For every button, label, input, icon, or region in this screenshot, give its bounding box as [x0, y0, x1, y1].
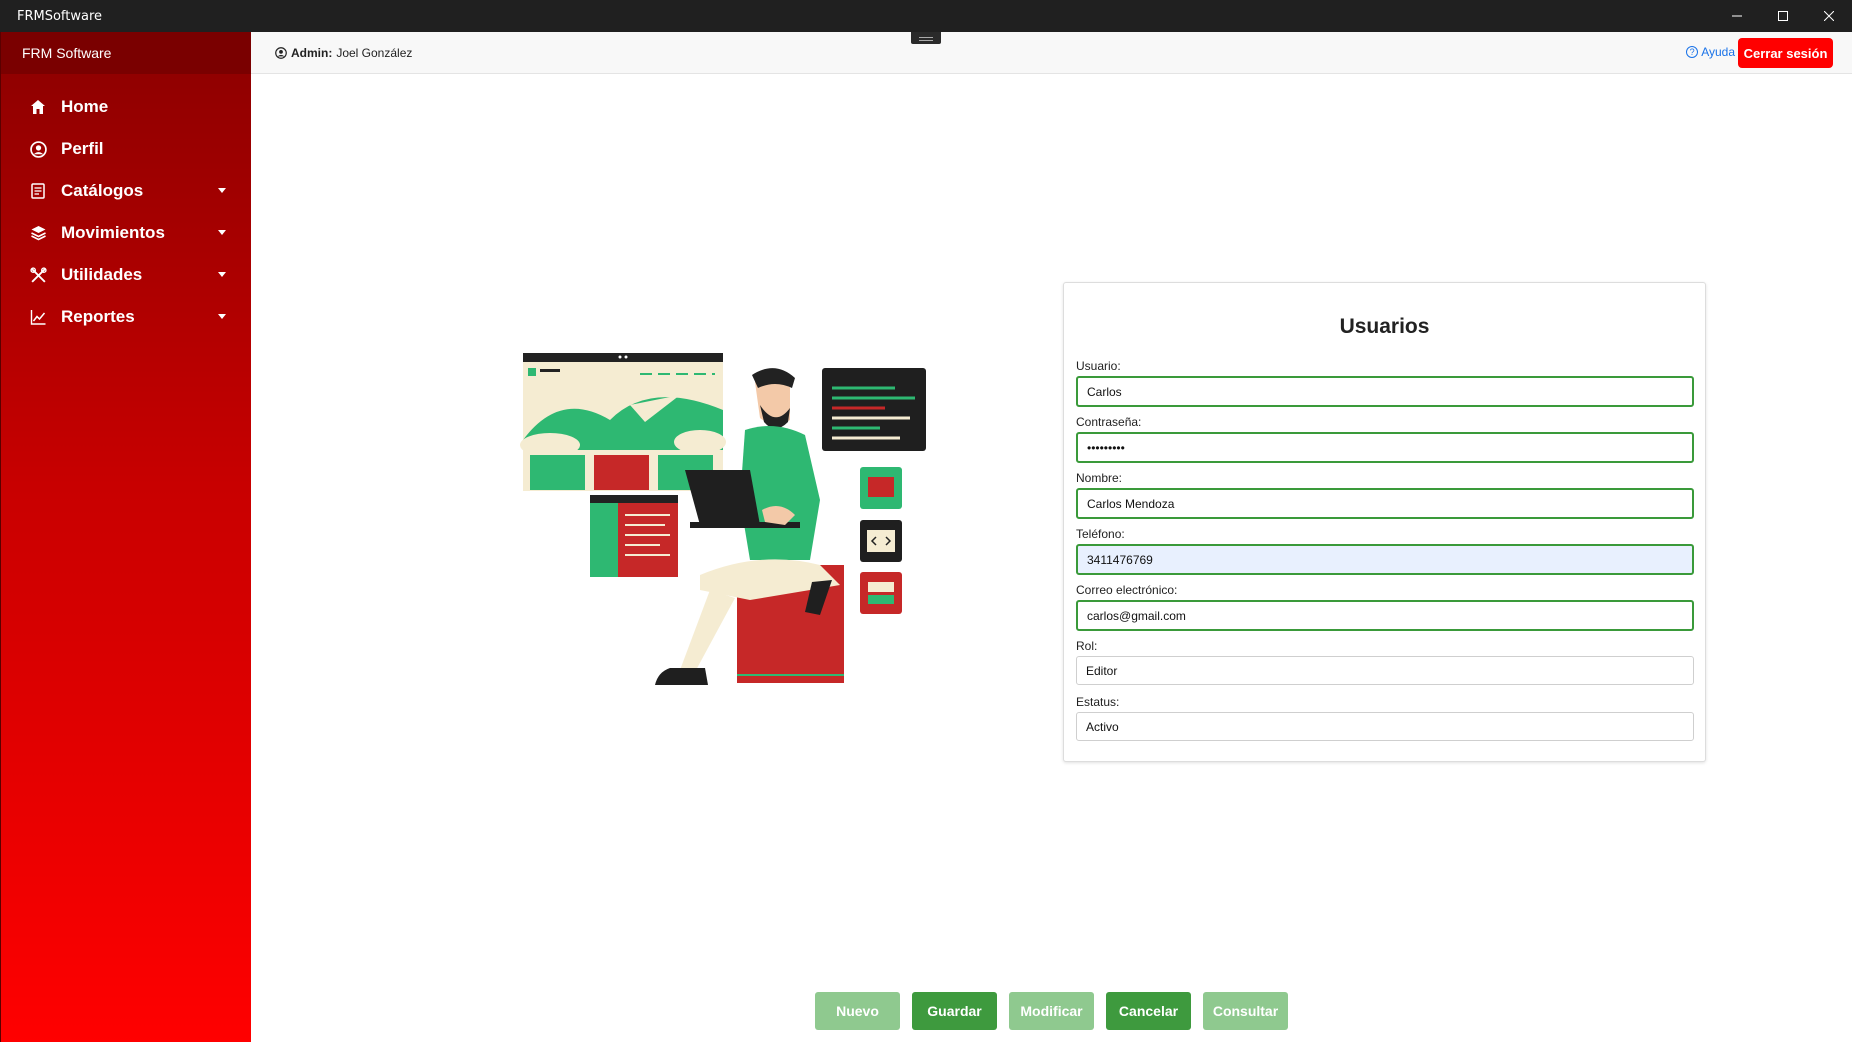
minimize-icon	[1732, 15, 1742, 17]
chevron-down-icon	[218, 230, 226, 235]
estatus-input[interactable]	[1076, 712, 1694, 741]
modificar-button[interactable]: Modificar	[1009, 992, 1094, 1030]
help-link[interactable]: ? Ayuda	[1686, 45, 1735, 59]
usuario-field: Usuario:	[1076, 359, 1694, 415]
form-fields: Usuario: Contraseña: Nombre: Teléfono: C…	[1076, 359, 1694, 751]
password-field: Contraseña:	[1076, 415, 1694, 471]
sidebar-item-reportes[interactable]: Reportes	[1, 296, 251, 338]
sidebar-item-label: Movimientos	[61, 223, 165, 242]
telefono-label: Teléfono:	[1076, 527, 1125, 541]
usuario-input[interactable]	[1076, 376, 1694, 407]
cancelar-button[interactable]: Cancelar	[1106, 992, 1191, 1030]
chevron-down-icon	[218, 272, 226, 277]
layers-icon	[29, 224, 47, 242]
sidebar-item-label: Reportes	[61, 307, 135, 326]
password-input[interactable]	[1076, 432, 1694, 463]
logout-button[interactable]: Cerrar sesión	[1738, 38, 1833, 68]
email-field: Correo electrónico:	[1076, 583, 1694, 639]
sidebar-item-label: Catálogos	[61, 181, 144, 200]
email-input[interactable]	[1076, 600, 1694, 631]
sidebar-item-perfil[interactable]: Perfil	[1, 128, 251, 170]
sidebar-item-utilidades[interactable]: Utilidades	[1, 254, 251, 296]
email-label: Correo electrónico:	[1076, 583, 1178, 597]
user-role: Admin:	[291, 45, 333, 60]
app-window: FRMSoftware FRM Software Home Perfil Cat…	[0, 0, 1852, 1042]
sidebar: FRM Software Home Perfil Catálogos Movim…	[0, 32, 251, 1042]
rol-label: Rol:	[1076, 639, 1098, 653]
tools-icon	[29, 266, 47, 284]
help-label: Ayuda	[1701, 45, 1735, 59]
estatus-label: Estatus:	[1076, 695, 1120, 709]
minimize-button[interactable]	[1714, 0, 1760, 32]
action-buttons: Nuevo Guardar Modificar Cancelar Consult…	[815, 992, 1288, 1030]
sidebar-item-label: Utilidades	[61, 265, 143, 284]
usuario-label: Usuario:	[1076, 359, 1121, 373]
password-label: Contraseña:	[1076, 415, 1142, 429]
rol-input[interactable]	[1076, 656, 1694, 685]
rol-field: Rol:	[1076, 639, 1694, 695]
user-name: Joel González	[336, 45, 413, 60]
consultar-button[interactable]: Consultar	[1203, 992, 1288, 1030]
telefono-field: Teléfono:	[1076, 527, 1694, 583]
user-circle-icon	[29, 140, 47, 158]
sidebar-item-label: Perfil	[61, 139, 104, 158]
developer-illustration	[520, 350, 930, 695]
sidebar-item-label: Home	[61, 97, 109, 116]
home-icon	[29, 98, 47, 116]
sidebar-nav: Home Perfil Catálogos Movimientos Utilid…	[1, 86, 251, 338]
guardar-button[interactable]: Guardar	[912, 992, 997, 1030]
user-circle-icon	[275, 46, 287, 59]
nombre-field: Nombre:	[1076, 471, 1694, 527]
chart-icon	[29, 308, 47, 326]
close-button[interactable]	[1806, 0, 1852, 32]
sidebar-item-catalogos[interactable]: Catálogos	[1, 170, 251, 212]
nombre-input[interactable]	[1076, 488, 1694, 519]
help-icon: ?	[1686, 46, 1699, 58]
sidebar-brand[interactable]: FRM Software	[1, 32, 251, 74]
nuevo-button[interactable]: Nuevo	[815, 992, 900, 1030]
telefono-input[interactable]	[1076, 544, 1694, 575]
form-title: Usuarios	[1339, 315, 1430, 338]
drag-handle[interactable]	[911, 32, 941, 44]
sidebar-item-movimientos[interactable]: Movimientos	[1, 212, 251, 254]
nombre-label: Nombre:	[1076, 471, 1123, 485]
catalog-icon	[29, 182, 47, 200]
window-controls	[1714, 0, 1852, 32]
chevron-down-icon	[218, 188, 226, 193]
maximize-button[interactable]	[1760, 0, 1806, 32]
window-title: FRMSoftware	[17, 8, 103, 24]
users-form-card: Usuarios Usuario: Contraseña: Nombre: Te…	[1063, 282, 1706, 762]
top-bar: Admin: Joel González ? Ayuda Cerrar sesi…	[251, 32, 1852, 74]
close-icon	[1824, 11, 1834, 21]
estatus-field: Estatus:	[1076, 695, 1694, 751]
current-user: Admin: Joel González	[275, 46, 412, 60]
title-bar: FRMSoftware	[0, 0, 1852, 32]
maximize-icon	[1778, 11, 1788, 21]
chevron-down-icon	[218, 314, 226, 319]
sidebar-item-home[interactable]: Home	[1, 86, 251, 128]
